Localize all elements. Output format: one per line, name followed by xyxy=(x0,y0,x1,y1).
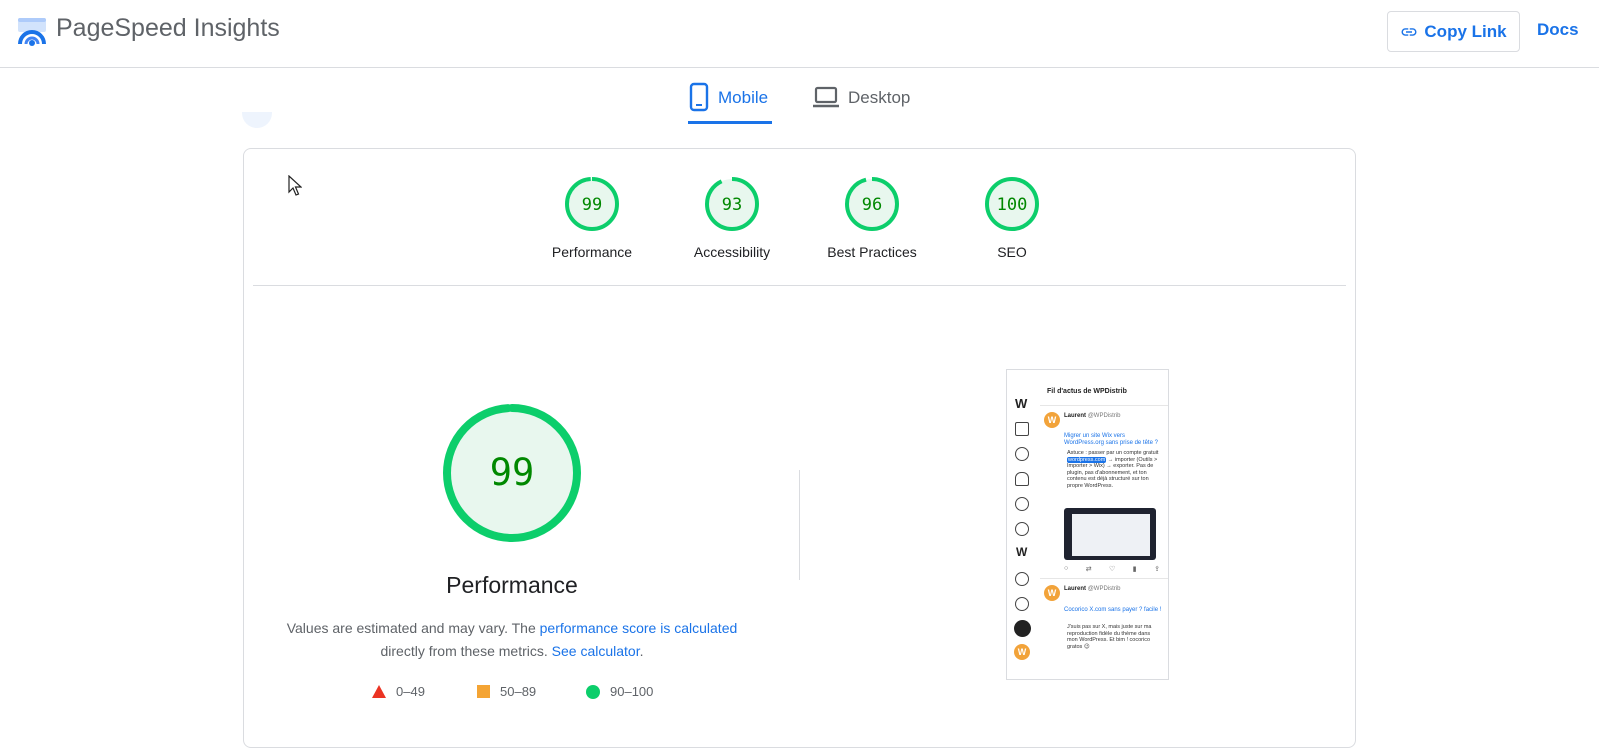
score-ring-accessibility: 93 xyxy=(705,177,759,231)
thumb-post1-name: Laurent xyxy=(1064,413,1087,419)
vertical-divider xyxy=(799,470,800,580)
tab-mobile[interactable]: Mobile xyxy=(688,82,772,124)
score-value-seo: 100 xyxy=(997,195,1028,215)
see-calculator-link[interactable]: See calculator xyxy=(552,643,640,659)
thumb-repost-icon: ⇄ xyxy=(1085,566,1092,573)
thumb-post1-link: Migrer un site Wix vers WordPress.org sa… xyxy=(1064,433,1158,446)
score-label-performance: Performance xyxy=(551,244,633,260)
thumb-post2-text: J'suis pas sur X, mais juste sur ma repr… xyxy=(1067,624,1152,650)
note-middle: directly from these metrics. xyxy=(380,643,552,659)
score-ring-performance: 99 xyxy=(565,177,619,231)
thumb-post1-author: Laurent @WPDistrib xyxy=(1064,413,1120,419)
score-gauge-best-practices[interactable]: 96 Best Practices xyxy=(812,176,932,260)
thumb-post2-author: Laurent @WPDistrib xyxy=(1064,586,1120,592)
section-divider xyxy=(253,285,1346,286)
thumb-feed-heading: Fil d'actus de WPDistrib xyxy=(1047,388,1127,395)
thumb-post2-avatar: W xyxy=(1044,585,1060,601)
copy-link-button[interactable]: Copy Link xyxy=(1387,11,1520,52)
score-value-performance: 99 xyxy=(582,195,602,215)
tab-mobile-label: Mobile xyxy=(718,88,769,107)
performance-title: Performance xyxy=(446,572,578,598)
legend-fail: 0–49 xyxy=(372,684,425,699)
legend-fail-label: 0–49 xyxy=(396,684,425,699)
mouse-cursor-icon xyxy=(288,175,302,196)
thumb-post1-text: Astuce : passer par un compte gratuit wo… xyxy=(1067,450,1162,489)
thumb-site-logo-icon: W xyxy=(1015,396,1028,411)
score-gauge-accessibility[interactable]: 93 Accessibility xyxy=(672,176,792,260)
score-label-accessibility: Accessibility xyxy=(693,244,771,260)
thumb-separator-2 xyxy=(1040,578,1168,579)
thumb-post1-text-a: Astuce : passer par un compte gratuit xyxy=(1067,450,1159,456)
performance-big-gauge: 99 xyxy=(443,404,581,542)
laptop-icon xyxy=(813,86,839,108)
pagespeed-logo-icon[interactable] xyxy=(16,16,48,48)
scrolled-content-edge xyxy=(242,112,272,128)
score-calculated-link[interactable]: performance score is calculated xyxy=(540,620,738,636)
score-ring-seo: 100 xyxy=(985,177,1039,231)
link-icon xyxy=(1401,27,1417,36)
thumb-brand-icon: W xyxy=(1016,545,1028,559)
thumb-post1-image xyxy=(1064,508,1156,560)
copy-link-label: Copy Link xyxy=(1424,21,1507,41)
legend-pass: 90–100 xyxy=(586,684,653,699)
thumb-like-icon: ♡ xyxy=(1109,566,1116,573)
final-screenshot[interactable]: W W W Fil d'actus de WPDistrib W Laurent… xyxy=(1006,369,1169,680)
score-value-accessibility: 93 xyxy=(722,195,742,215)
legend-pass-label: 90–100 xyxy=(610,684,654,699)
score-label-seo: SEO xyxy=(997,244,1027,260)
thumb-separator xyxy=(1040,405,1168,406)
thumb-bell-icon xyxy=(1015,472,1029,486)
thumb-post2-name: Laurent xyxy=(1064,586,1087,592)
thumb-post1-avatar: W xyxy=(1044,412,1060,428)
thumb-home-icon xyxy=(1015,422,1029,436)
score-label-best-practices: Best Practices xyxy=(827,244,917,260)
thumb-nav-rail: W W W xyxy=(1007,370,1037,679)
legend-average: 50–89 xyxy=(477,684,536,699)
app-title: PageSpeed Insights xyxy=(56,14,280,42)
thumb-compose-icon xyxy=(1014,620,1031,637)
thumb-more-icon xyxy=(1015,597,1029,611)
note-prefix: Values are estimated and may vary. The xyxy=(286,620,540,636)
thumb-profile-icon xyxy=(1015,572,1029,586)
score-gauge-seo[interactable]: 100 SEO xyxy=(952,176,1072,260)
tab-desktop-label: Desktop xyxy=(848,88,911,107)
thumb-search-icon xyxy=(1015,447,1029,461)
score-value-best-practices: 96 xyxy=(862,195,882,215)
score-note: Values are estimated and may vary. The p… xyxy=(285,617,739,663)
thumb-reply-icon: ○ xyxy=(1064,565,1069,572)
thumb-users-icon xyxy=(1015,522,1029,536)
score-ring-best-practices: 96 xyxy=(845,177,899,231)
square-icon xyxy=(477,685,490,698)
smartphone-icon xyxy=(689,82,709,112)
thumb-chat-icon xyxy=(1015,497,1029,511)
docs-link[interactable]: Docs xyxy=(1537,20,1579,40)
note-suffix: . xyxy=(639,643,644,659)
thumb-user-avatar: W xyxy=(1014,644,1030,660)
thumb-stats-icon: ▮ xyxy=(1132,566,1137,573)
thumb-post1-image-content xyxy=(1072,514,1150,556)
thumb-post1-handle: @WPDistrib xyxy=(1087,413,1121,419)
app-header: PageSpeed Insights Copy Link Docs xyxy=(0,0,1599,68)
performance-big-score: 99 xyxy=(490,451,535,494)
thumb-post1-actions: ○ ⇄ ♡ ▮ ⇪ xyxy=(1064,565,1160,573)
thumb-post1-highlight: wordpress.com xyxy=(1067,456,1107,463)
thumb-post2-handle: @WPDistrib xyxy=(1087,586,1121,592)
tab-desktop[interactable]: Desktop xyxy=(812,82,918,124)
circle-icon xyxy=(586,684,600,699)
thumb-post2-link: Cocorico X.com sans payer ? facile ! xyxy=(1064,607,1162,613)
score-gauge-performance[interactable]: 99 Performance xyxy=(532,176,652,260)
thumb-share-icon: ⇪ xyxy=(1154,566,1160,573)
legend-average-label: 50–89 xyxy=(500,684,537,699)
triangle-icon xyxy=(372,685,386,698)
